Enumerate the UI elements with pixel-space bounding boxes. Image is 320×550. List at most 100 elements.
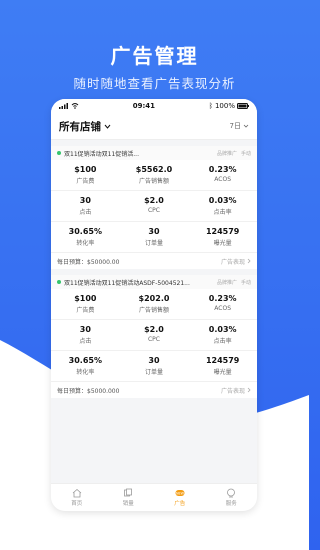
metric-label: 点击 [79,338,92,345]
metric-value: $202.0 [138,294,170,303]
metric-ad-spend: $100 广告费 [51,160,120,191]
metric-value: 30.65% [68,227,102,236]
metric-value: $100 [74,165,97,174]
status-bar: 09:41 ᛒ 100% [51,99,257,113]
metric-value: 30 [79,325,91,334]
hero-subtitle: 随时随地查看广告表现分析 [73,76,236,91]
wifi-icon [71,103,79,109]
metric-conversion: 30.65% 转化率 [51,351,120,382]
metric-value: $100 [74,294,97,303]
tab-label: 服务 [225,501,237,507]
budget-row: 每日预算：$50000.00 广告表现 [51,253,257,269]
metric-label: CPC [147,207,160,214]
store-filter-bar: 所有店铺 7日 [51,113,257,140]
tab-label: 广告 [174,501,186,507]
campaign-type-tag: 品牌推广 [216,279,237,286]
campaign-mode-tag: 手动 [240,150,251,157]
campaign-type-tag: 品牌推广 [216,150,237,157]
store-selector[interactable]: 所有店铺 [59,119,111,134]
tab-service[interactable]: 服务 [206,484,258,511]
metric-value: 30 [148,356,160,365]
metric-label: ACOS [214,305,232,312]
metric-label: 广告销售额 [138,178,169,185]
status-time: 09:41 [132,102,156,110]
tab-label: 销量 [122,501,134,507]
metric-value: 30 [148,227,160,236]
bluetooth-icon: ᛒ [208,102,213,110]
status-dot-icon [57,280,61,284]
metric-ad-spend: $100 广告费 [51,289,120,320]
metric-label: CPC [147,336,160,343]
signal-icon [59,103,68,109]
chevron-right-icon [247,387,251,393]
ad-performance-label: 广告表现 [220,258,245,266]
ad-performance-label: 广告表现 [220,387,245,395]
ad-performance-link[interactable]: 广告表现 [221,257,251,266]
status-dot-icon [57,151,61,155]
tab-badge: NEW [176,491,185,495]
metric-acos: 0.23% ACOS [188,160,257,191]
campaign-mode-tag: 手动 [240,279,251,286]
tab-home[interactable]: 首页 [51,484,103,511]
metric-ad-sales: $5562.0 广告销售额 [119,160,189,191]
chevron-down-icon [104,124,111,129]
metric-ctr: 0.03% 点击率 [188,191,257,222]
date-range-selector[interactable]: 7日 [230,121,249,131]
battery-icon [236,103,249,109]
metric-clicks: 30 点击 [51,191,120,222]
metrics-grid: $100 广告费 $5562.0 广告销售额 0.23% ACOS 30 点击 $2.0… [51,160,257,253]
metric-value: 0.03% [208,196,237,205]
date-range-label: 7日 [229,122,241,130]
tab-ads[interactable]: NEW 广告 [154,484,206,511]
campaign-header: 双11促销活动双11促销活... 品牌推广 手动 [51,146,257,160]
metric-label: 广告销售额 [138,307,169,314]
bottom-tab-bar: 首页 销量 NEW 广告 服务 [51,483,257,511]
tab-sales[interactable]: 销量 [103,484,155,511]
metric-label: 订单量 [144,240,163,247]
ads-icon: NEW [175,490,185,496]
service-icon [227,488,236,498]
metric-value: 0.03% [208,325,237,334]
chevron-right-icon [247,258,251,264]
metric-value: 124579 [205,356,240,365]
metric-label: 转化率 [76,369,95,376]
campaign-name: 双11促销活动双11促销活... [64,150,139,158]
metric-acos: 0.23% ACOS [188,289,257,320]
metric-value: $2.0 [144,196,164,205]
metric-orders: 30 订单量 [119,351,189,382]
metric-impressions: 124579 曝光量 [188,222,257,253]
metric-label: ACOS [214,176,232,183]
metric-conversion: 30.65% 转化率 [51,222,120,253]
metric-ad-sales: $202.0 广告销售额 [119,289,189,320]
metric-value: 124579 [205,227,240,236]
metric-cpc: $2.0 CPC [119,191,189,222]
metric-label: 广告费 [76,178,95,185]
metric-value: 0.23% [208,165,237,174]
metric-label: 点击率 [213,338,232,345]
metric-clicks: 30 点击 [51,320,120,351]
metric-label: 点击 [79,209,92,216]
metric-value: 30.65% [68,356,102,365]
metric-value: 0.23% [208,294,237,303]
hero-title: 广告管理 [110,44,199,68]
budget-row: 每日预算：$5000.000 广告表现 [51,382,257,398]
metric-label: 曝光量 [213,240,232,247]
ad-performance-link[interactable]: 广告表现 [221,386,251,395]
metric-value: $2.0 [144,325,164,334]
metric-value: $5562.0 [135,165,173,174]
metric-impressions: 124579 曝光量 [188,351,257,382]
metric-ctr: 0.03% 点击率 [188,320,257,351]
daily-budget: 每日预算：$50000.00 [57,258,120,266]
daily-budget: 每日预算：$5000.000 [57,387,120,395]
metric-label: 订单量 [144,369,163,376]
campaign-card[interactable]: 双11促销活动双11促销活... 品牌推广 手动 $100 广告费 $5562.0… [51,146,257,269]
metric-label: 转化率 [76,240,95,247]
metrics-grid: $100 广告费 $202.0 广告销售额 0.23% ACOS 30 点击 $2.0 C… [51,289,257,382]
sales-icon [124,488,133,497]
metric-label: 广告费 [76,307,95,314]
campaign-header: 双11促销活动双11促销活动ASDF-5004521... 品牌推广 手动 [51,275,257,289]
metric-cpc: $2.0 CPC [119,320,189,351]
campaign-card[interactable]: 双11促销活动双11促销活动ASDF-5004521... 品牌推广 手动 $1… [51,275,257,398]
metric-label: 点击率 [213,209,232,216]
metric-label: 曝光量 [213,369,232,376]
